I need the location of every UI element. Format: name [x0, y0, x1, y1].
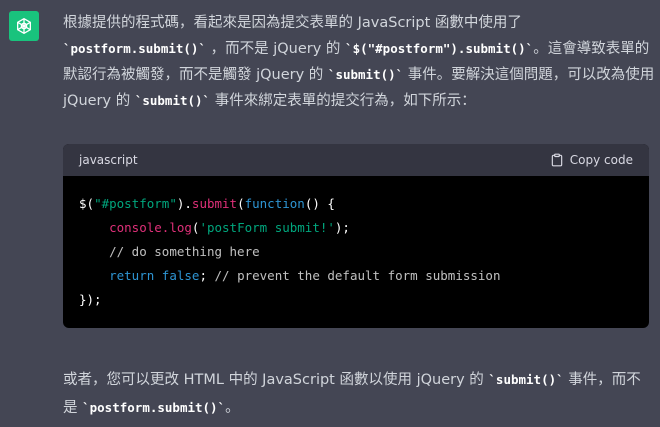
text-segment: 根據提供的程式碼，看起來是因為提交表單的 JavaScript 函數中使用了 [63, 15, 522, 31]
clipboard-icon [551, 153, 563, 167]
code-token: ( [237, 196, 245, 211]
code-block: javascript Copy code $("#postform").subm… [63, 144, 649, 328]
assistant-avatar [9, 11, 39, 41]
code-token: ; [199, 268, 215, 283]
code-keyword: false [161, 268, 200, 283]
inline-code: `postform.submit()` [63, 41, 206, 56]
code-line: console.log('postForm submit!'); [79, 216, 649, 240]
code-line: $("#postform").submit(function() { [79, 192, 649, 216]
assistant-message: 根據提供的程式碼，看起來是因為提交表單的 JavaScript 函數中使用了 `… [63, 10, 655, 114]
code-comment: // prevent the default form submission [214, 268, 501, 283]
code-keyword: return [109, 268, 155, 283]
code-function: console.log [109, 220, 192, 235]
text-segment: 事件來綁定表單的提交行為，如下所示： [214, 93, 476, 109]
text-segment: ，而不是 jQuery 的 [210, 41, 341, 57]
text-segment: 或者，您可以更改 HTML 中的 JavaScript 函數以使用 jQuery… [63, 372, 484, 388]
message-paragraph: 或者，您可以更改 HTML 中的 JavaScript 函數以使用 jQuery… [63, 366, 655, 422]
code-token: () { [304, 196, 335, 211]
code-token: ). [176, 196, 192, 211]
code-block-header: javascript Copy code [63, 144, 649, 176]
code-token: ); [334, 220, 350, 235]
text-segment: 。 [225, 400, 240, 416]
assistant-message-continued: 或者，您可以更改 HTML 中的 JavaScript 函數以使用 jQuery… [63, 366, 655, 422]
code-line: }); [79, 288, 649, 312]
code-keyword: function [244, 196, 305, 211]
code-language-label: javascript [79, 153, 138, 167]
inline-code: `postform.submit()` [82, 400, 226, 415]
code-function: submit [191, 196, 238, 211]
code-token: }); [79, 292, 102, 307]
inline-code: `submit()` [488, 372, 564, 387]
code-string: 'postForm submit!' [199, 220, 335, 235]
code-body: $("#postform").submit(function() { conso… [63, 176, 649, 312]
openai-logo-icon [17, 18, 32, 34]
code-comment: // do something here [109, 244, 260, 259]
inline-code: `submit()` [327, 67, 404, 82]
code-line: return false; // prevent the default for… [79, 264, 649, 288]
inline-code: `$("#postform").submit()` [345, 41, 534, 56]
inline-code: `submit()` [134, 93, 211, 108]
message-paragraph: 根據提供的程式碼，看起來是因為提交表單的 JavaScript 函數中使用了 `… [63, 10, 655, 114]
copy-code-button[interactable]: Copy code [550, 153, 633, 167]
code-line: // do something here [79, 240, 649, 264]
copy-code-label: Copy code [569, 153, 633, 167]
code-token: $( [79, 196, 95, 211]
code-string: "#postform" [94, 196, 177, 211]
